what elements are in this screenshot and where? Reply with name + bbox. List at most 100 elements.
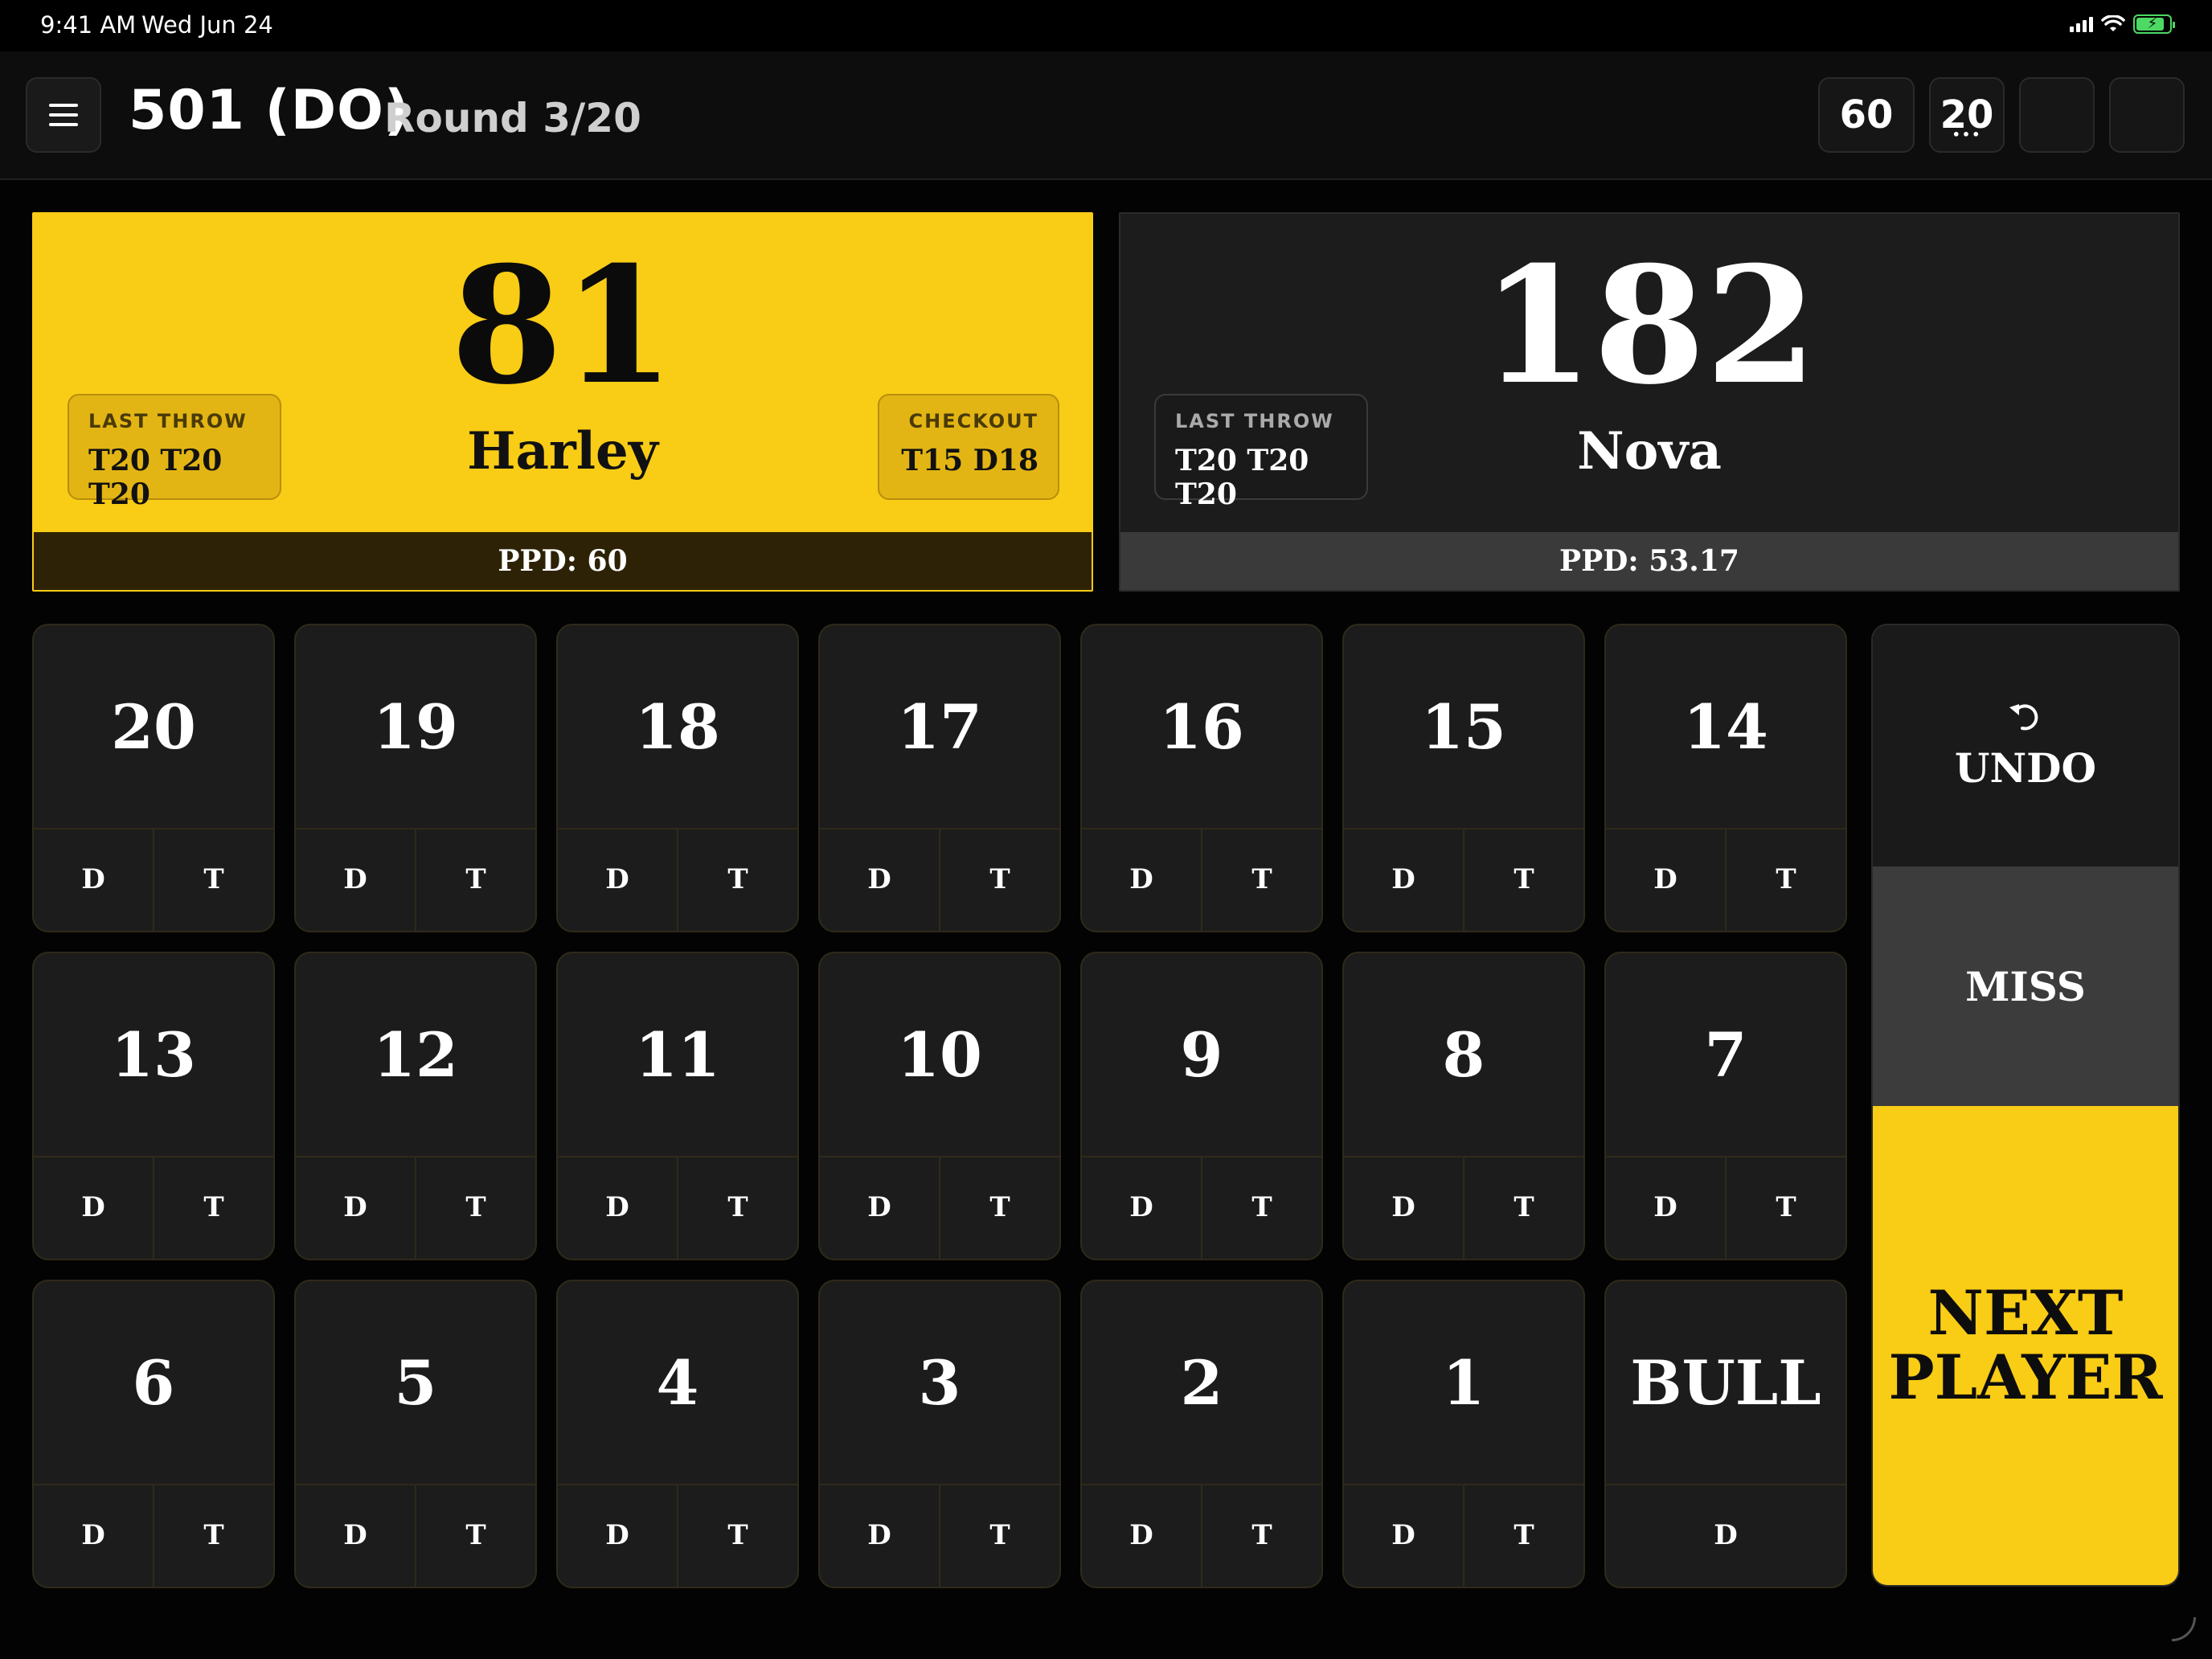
- key-20: 20 D T: [32, 624, 275, 932]
- wifi-icon: [2101, 15, 2125, 31]
- undo-button[interactable]: UNDO: [1873, 625, 2178, 866]
- key-13: 13 D T: [32, 952, 275, 1260]
- single-1-button[interactable]: 1: [1344, 1281, 1583, 1485]
- triple-5-button[interactable]: T: [415, 1484, 535, 1587]
- key-3: 3DT: [818, 1280, 1061, 1588]
- double-16-button[interactable]: D: [1082, 828, 1201, 931]
- miss-button[interactable]: MISS: [1873, 866, 2178, 1106]
- key-2: 2DT: [1080, 1280, 1323, 1588]
- player-card-harley: 81 Harley LAST THROW T20 T20 T20 CHECKOU…: [32, 212, 1093, 592]
- single-16-button[interactable]: 16: [1082, 625, 1321, 830]
- double-11-button[interactable]: D: [558, 1156, 677, 1259]
- double-10-button[interactable]: D: [820, 1156, 939, 1259]
- status-bar: 9:41 AM Wed Jun 24 ⚡: [0, 0, 2212, 51]
- game-title: 501 (DO): [129, 79, 411, 142]
- single-15-button[interactable]: 15: [1344, 625, 1583, 830]
- triple-16-button[interactable]: T: [1201, 828, 1321, 931]
- double-13-button[interactable]: D: [34, 1156, 153, 1259]
- double-5-button[interactable]: D: [296, 1484, 415, 1587]
- double-8-button[interactable]: D: [1344, 1156, 1463, 1259]
- triple-9-button[interactable]: T: [1201, 1156, 1321, 1259]
- key-8: 8DT: [1342, 952, 1585, 1260]
- double-18-button[interactable]: D: [558, 828, 677, 931]
- triple-11-button[interactable]: T: [677, 1156, 797, 1259]
- modifier-row: DT: [558, 828, 797, 931]
- triple-6-button[interactable]: T: [153, 1484, 273, 1587]
- double-12-button[interactable]: D: [296, 1156, 415, 1259]
- single-3-button[interactable]: 3: [820, 1281, 1059, 1485]
- double-14-button[interactable]: D: [1606, 828, 1725, 931]
- key-bull: BULL D: [1604, 1280, 1847, 1588]
- modifier-row: DT: [558, 1156, 797, 1259]
- undo-icon: [2009, 703, 2038, 730]
- single-9-button[interactable]: 9: [1082, 953, 1321, 1157]
- double-4-button[interactable]: D: [558, 1484, 677, 1587]
- modifier-row: DT: [34, 828, 273, 931]
- triple-1-button[interactable]: T: [1463, 1484, 1583, 1587]
- triple-18-button[interactable]: T: [677, 828, 797, 931]
- single-2-button[interactable]: 2: [1082, 1281, 1321, 1485]
- modifier-row: DT: [1082, 1156, 1321, 1259]
- triple-12-button[interactable]: T: [415, 1156, 535, 1259]
- triple-4-button[interactable]: T: [677, 1484, 797, 1587]
- key-14: 14 D T: [1604, 624, 1847, 932]
- triple-15-button[interactable]: T: [1463, 828, 1583, 931]
- double-bull-button[interactable]: D: [1606, 1484, 1845, 1587]
- single-20-button[interactable]: 20: [34, 625, 273, 830]
- modifier-row: DT: [558, 1484, 797, 1587]
- single-17-button[interactable]: 17: [820, 625, 1059, 830]
- double-2-button[interactable]: D: [1082, 1484, 1201, 1587]
- triple-8-button[interactable]: T: [1463, 1156, 1583, 1259]
- double-1-button[interactable]: D: [1344, 1484, 1463, 1587]
- modifier-row: DT: [1344, 1156, 1583, 1259]
- single-11-button[interactable]: 11: [558, 953, 797, 1157]
- key-6: 6DT: [32, 1280, 275, 1588]
- triple-19-button[interactable]: T: [415, 828, 535, 931]
- triple-13-button[interactable]: T: [153, 1156, 273, 1259]
- single-13-button[interactable]: 13: [34, 953, 273, 1157]
- triple-3-button[interactable]: T: [939, 1484, 1059, 1587]
- modifier-row: DT: [820, 1484, 1059, 1587]
- triple-2-button[interactable]: T: [1201, 1484, 1321, 1587]
- double-20-button[interactable]: D: [34, 828, 153, 931]
- triple-10-button[interactable]: T: [939, 1156, 1059, 1259]
- modifier-row: DT: [1606, 1156, 1845, 1259]
- single-8-button[interactable]: 8: [1344, 953, 1583, 1157]
- single-5-button[interactable]: 5: [296, 1281, 535, 1485]
- modifier-row: DT: [34, 1156, 273, 1259]
- single-18-button[interactable]: 18: [558, 625, 797, 830]
- triple-20-button[interactable]: T: [153, 828, 273, 931]
- single-14-button[interactable]: 14: [1606, 625, 1845, 830]
- last-throw-label: LAST THROW: [1175, 410, 1334, 432]
- last-throw-value: T20 T20 T20: [88, 444, 223, 511]
- triple-14-button[interactable]: T: [1725, 828, 1845, 931]
- triple-17-button[interactable]: T: [939, 828, 1059, 931]
- modifier-row: D: [1606, 1484, 1845, 1587]
- single-7-button[interactable]: 7: [1606, 953, 1845, 1157]
- next-player-button[interactable]: NEXT PLAYER: [1873, 1106, 2178, 1585]
- double-15-button[interactable]: D: [1344, 828, 1463, 931]
- single-10-button[interactable]: 10: [820, 953, 1059, 1157]
- header-button-20[interactable]: 20 •••: [1929, 77, 2005, 153]
- single-19-button[interactable]: 19: [296, 625, 535, 830]
- double-7-button[interactable]: D: [1606, 1156, 1725, 1259]
- single-4-button[interactable]: 4: [558, 1281, 797, 1485]
- home-indicator: [2172, 1617, 2196, 1641]
- single-12-button[interactable]: 12: [296, 953, 535, 1157]
- key-10: 10 D T: [818, 952, 1061, 1260]
- header-button-4[interactable]: [2109, 77, 2185, 153]
- header-button-3[interactable]: [2019, 77, 2095, 153]
- menu-button[interactable]: [26, 77, 101, 153]
- double-19-button[interactable]: D: [296, 828, 415, 931]
- double-17-button[interactable]: D: [820, 828, 939, 931]
- triple-7-button[interactable]: T: [1725, 1156, 1845, 1259]
- double-9-button[interactable]: D: [1082, 1156, 1201, 1259]
- single-6-button[interactable]: 6: [34, 1281, 273, 1485]
- double-3-button[interactable]: D: [820, 1484, 939, 1587]
- header-button-60[interactable]: 60: [1818, 77, 1915, 153]
- modifier-row: DT: [34, 1484, 273, 1587]
- modifier-row: DT: [296, 828, 535, 931]
- key-1: 1DT: [1342, 1280, 1585, 1588]
- single-bull-button[interactable]: BULL: [1606, 1281, 1845, 1485]
- double-6-button[interactable]: D: [34, 1484, 153, 1587]
